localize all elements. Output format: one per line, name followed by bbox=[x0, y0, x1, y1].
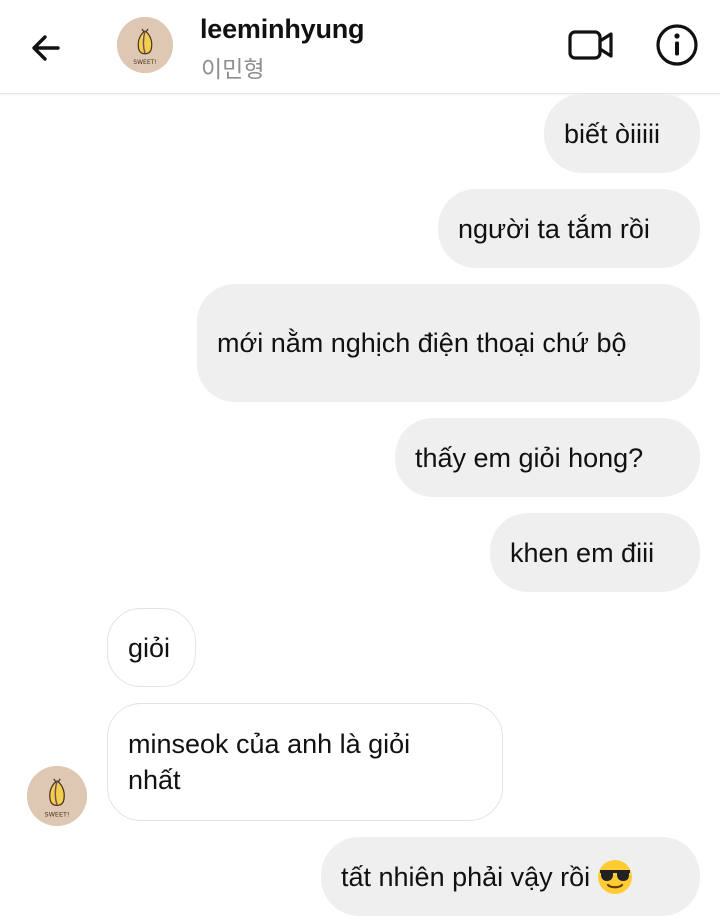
chat-display-name: 이민형 bbox=[201, 56, 265, 82]
sweet-potato-avatar-icon: SWEET! bbox=[117, 17, 173, 73]
message-bubble-sent[interactable]: mới nằm nghịch điện thoại chứ bộ bbox=[197, 284, 700, 402]
message-text: thấy em giỏi hong? bbox=[415, 442, 644, 473]
sunglasses-emoji-icon bbox=[598, 859, 633, 894]
message-bubble-received[interactable]: minseok của anh là giỏi nhất bbox=[107, 703, 503, 821]
svg-text:SWEET!: SWEET! bbox=[45, 810, 70, 818]
message-text: mới nằm nghịch điện thoại chứ bộ bbox=[217, 328, 627, 358]
video-camera-icon bbox=[568, 30, 613, 60]
message-bubble-sent[interactable]: người ta tắm rồi bbox=[438, 189, 700, 268]
video-call-button[interactable] bbox=[566, 22, 616, 68]
message-text: người ta tắm rồi bbox=[458, 213, 650, 244]
svg-text:SWEET!: SWEET! bbox=[133, 59, 156, 66]
info-button[interactable] bbox=[652, 20, 702, 70]
message-text: biết òiiiii bbox=[564, 118, 661, 149]
message-text: tất nhiên phải vậy rồi bbox=[341, 861, 591, 892]
chat-username[interactable]: leeminhyung bbox=[200, 14, 365, 45]
chat-header: SWEET! leeminhyung 이민형 bbox=[0, 0, 720, 94]
avatar[interactable]: SWEET! bbox=[117, 17, 173, 73]
message-bubble-sent[interactable]: biết òiiiii bbox=[544, 94, 700, 173]
sender-avatar[interactable]: SWEET! bbox=[27, 766, 87, 826]
message-bubble-sent[interactable]: thấy em giỏi hong? bbox=[395, 418, 700, 497]
message-text: giỏi bbox=[128, 632, 171, 663]
back-button[interactable] bbox=[22, 24, 70, 72]
sweet-potato-avatar-icon: SWEET! bbox=[27, 766, 87, 826]
message-text: khen em điii bbox=[510, 537, 655, 568]
arrow-left-icon bbox=[32, 35, 60, 61]
message-bubble-received[interactable]: giỏi bbox=[107, 608, 196, 687]
message-bubble-sent[interactable]: tất nhiên phải vậy rồi bbox=[321, 837, 700, 916]
message-bubble-sent[interactable]: khen em điii bbox=[490, 513, 700, 592]
info-icon bbox=[656, 24, 698, 66]
message-text: minseok của anh là giỏi nhất bbox=[128, 729, 411, 795]
